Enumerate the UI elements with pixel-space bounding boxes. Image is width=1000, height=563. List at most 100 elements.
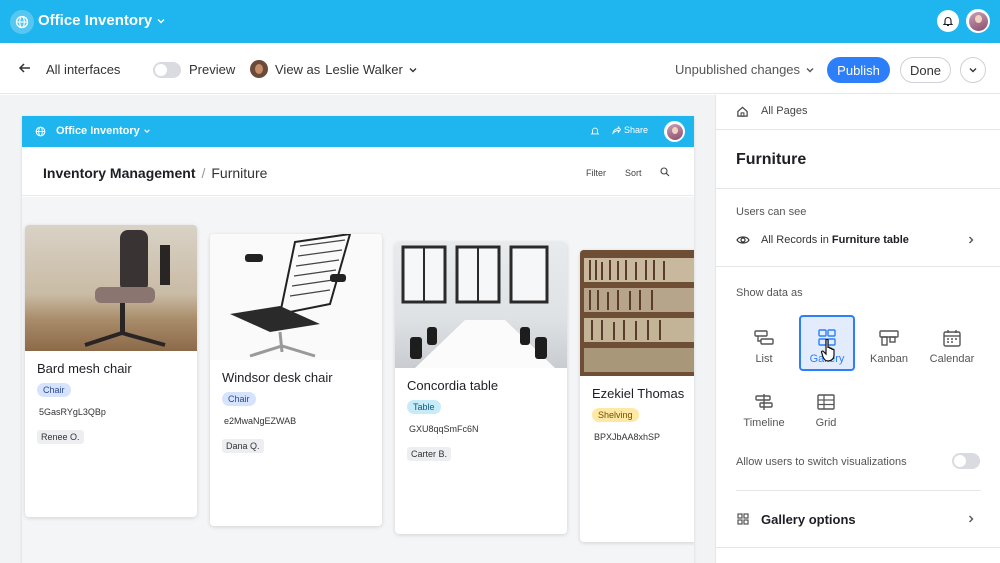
unpublished-label: Unpublished changes — [675, 62, 801, 77]
category-tag: Chair — [222, 392, 256, 406]
viz-option-kanban[interactable]: Kanban — [861, 317, 917, 373]
done-button[interactable]: Done — [900, 57, 951, 83]
user-avatar[interactable] — [966, 9, 990, 33]
chevron-down-icon — [409, 67, 417, 72]
preview-user-avatar[interactable] — [664, 121, 685, 142]
kanban-icon — [879, 330, 899, 346]
record-visibility-setting[interactable]: All Records in Furniture table — [761, 234, 909, 246]
card-title: Windsor desk chair — [222, 370, 333, 385]
preview-app-title[interactable]: Office Inventory — [56, 125, 151, 137]
card-image-bard-chair — [25, 225, 197, 351]
category-tag: Chair — [37, 383, 71, 397]
card-user: Dana Q. — [222, 439, 264, 453]
bell-icon[interactable] — [590, 126, 600, 136]
chevron-down-icon — [143, 129, 150, 133]
list-icon — [754, 330, 774, 345]
preview-header: Inventory Management / Furniture Filter … — [22, 147, 694, 196]
editor-toolbar: All interfaces Preview View as Leslie Wa… — [0, 43, 1000, 94]
page-breadcrumb: Inventory Management / Furniture — [43, 165, 267, 181]
page-title: Furniture — [736, 151, 807, 168]
card-sku: GXU8qqSmFc6N — [409, 424, 479, 434]
preview-toggle[interactable] — [153, 62, 181, 78]
all-pages-link[interactable]: All Pages — [761, 105, 807, 117]
card-user: Carter B. — [407, 447, 452, 461]
card-sku: e2MwaNgEZWAB — [224, 416, 297, 426]
chevron-down-icon — [806, 67, 814, 72]
view-as-user: Leslie Walker — [325, 62, 403, 77]
share-label: Share — [624, 125, 649, 135]
more-options-button[interactable] — [960, 57, 986, 83]
preview-app-title-text: Office Inventory — [56, 125, 140, 137]
app-topbar: Office Inventory — [0, 0, 1000, 43]
grid-icon — [817, 394, 835, 410]
globe-icon[interactable] — [10, 10, 34, 34]
back-arrow-icon[interactable] — [18, 61, 32, 75]
gallery-card[interactable]: Windsor desk chair Chair e2MwaNgEZWAB Da… — [210, 234, 382, 526]
card-image-ezekiel-shelf — [580, 250, 694, 376]
view-as-dropdown[interactable]: View as Leslie Walker — [275, 62, 418, 77]
card-sku: BPXJbAA8xhSP — [594, 432, 661, 442]
viz-option-grid[interactable]: Grid — [798, 381, 854, 437]
gallery-card[interactable]: Ezekiel Thomas Shelving BPXJbAA8xhSP — [580, 250, 694, 542]
card-title: Concordia table — [407, 378, 499, 393]
allow-switch-toggle[interactable] — [952, 453, 980, 469]
search-icon[interactable] — [660, 167, 670, 177]
preview-canvas: Office Inventory Share Inventory Managem… — [0, 95, 715, 563]
user-avatar-leslie — [250, 60, 268, 78]
filter-button[interactable]: Filter — [586, 168, 606, 178]
card-title: Ezekiel Thomas — [592, 386, 685, 401]
app-title: Office Inventory — [38, 12, 153, 29]
viz-option-calendar[interactable]: Calendar — [924, 317, 980, 373]
allow-switch-label: Allow users to switch visualizations — [736, 456, 907, 468]
settings-panel: All Pages Furniture Users can see All Re… — [715, 95, 1000, 563]
card-image-concordia-table — [395, 242, 567, 368]
gallery-options-icon — [737, 513, 749, 525]
card-image-windsor-chair — [210, 234, 382, 360]
publish-button[interactable]: Publish — [827, 57, 890, 83]
breadcrumb-page: Furniture — [211, 165, 268, 181]
unpublished-changes-dropdown[interactable]: Unpublished changes — [675, 62, 815, 77]
divider — [716, 547, 1000, 548]
records-table: Furniture table — [831, 234, 909, 246]
preview-label: Preview — [189, 62, 236, 77]
chevron-right-icon[interactable] — [966, 235, 976, 245]
chevron-down-icon — [157, 18, 165, 23]
home-icon — [737, 106, 748, 117]
interface-preview: Office Inventory Share Inventory Managem… — [22, 116, 694, 563]
viz-label: Calendar — [929, 353, 975, 365]
notifications-bell-icon[interactable] — [937, 10, 959, 32]
records-prefix: All Records in — [761, 234, 829, 246]
share-button[interactable]: Share — [612, 125, 648, 135]
viz-label: Timeline — [743, 417, 785, 429]
preview-topbar: Office Inventory Share — [22, 116, 694, 147]
gallery-view: Bard mesh chair Chair 5GasRYgL3QBp Renee… — [22, 197, 694, 563]
chevron-right-icon[interactable] — [966, 514, 976, 524]
gallery-options-button[interactable]: Gallery options — [761, 512, 856, 527]
show-data-label: Show data as — [736, 287, 803, 299]
eye-icon — [736, 236, 750, 244]
category-tag: Table — [407, 400, 441, 414]
viz-option-list[interactable]: List — [736, 317, 792, 373]
divider — [716, 188, 1000, 189]
app-title-menu[interactable]: Office Inventory — [38, 12, 166, 29]
breadcrumb-root[interactable]: Inventory Management — [43, 165, 195, 181]
all-interfaces-link[interactable]: All interfaces — [46, 62, 120, 77]
hand-cursor-icon — [821, 338, 835, 362]
viz-option-timeline[interactable]: Timeline — [736, 381, 792, 437]
share-icon — [612, 125, 621, 135]
card-user: Renee O. — [37, 430, 84, 444]
category-tag: Shelving — [592, 408, 639, 422]
card-title: Bard mesh chair — [37, 361, 132, 376]
timeline-icon — [755, 394, 773, 410]
calendar-icon — [943, 330, 961, 347]
chevron-down-icon — [969, 68, 977, 73]
breadcrumb-separator: / — [201, 165, 206, 181]
viz-label: Grid — [815, 417, 837, 429]
divider — [716, 129, 1000, 130]
sort-button[interactable]: Sort — [625, 168, 642, 178]
users-can-see-label: Users can see — [736, 206, 807, 218]
gallery-card[interactable]: Bard mesh chair Chair 5GasRYgL3QBp Renee… — [25, 225, 197, 517]
gallery-card[interactable]: Concordia table Table GXU8qqSmFc6N Carte… — [395, 242, 567, 534]
viz-label: List — [755, 353, 773, 365]
viz-label: Kanban — [870, 353, 908, 365]
